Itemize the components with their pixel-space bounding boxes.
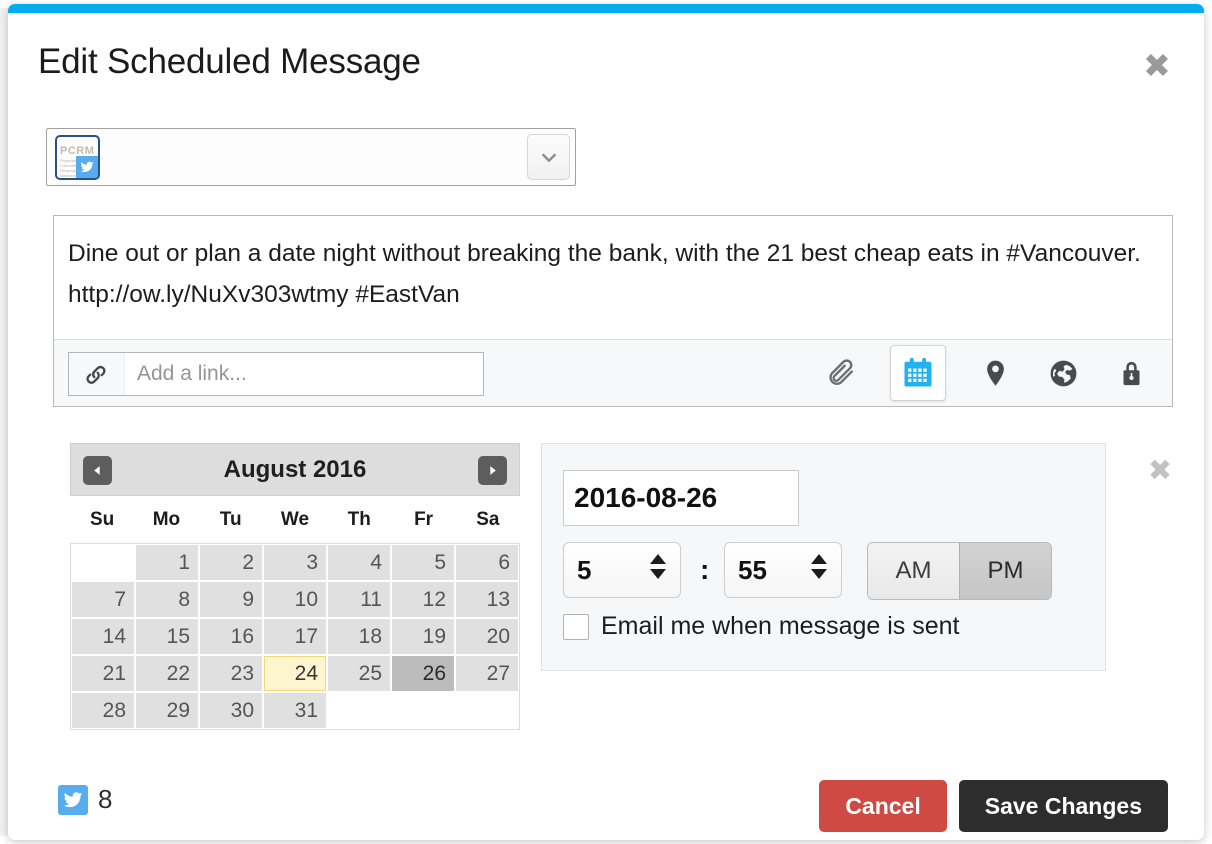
calendar-day-4[interactable]: 4 xyxy=(328,545,390,580)
calendar-day-27[interactable]: 27 xyxy=(456,656,518,691)
calendar-day-30[interactable]: 30 xyxy=(200,693,262,728)
calendar-day-24[interactable]: 24 xyxy=(264,656,326,691)
calendar-dow-th: Th xyxy=(347,508,371,530)
calendar-day-18[interactable]: 18 xyxy=(328,619,390,654)
calendar-day-5[interactable]: 5 xyxy=(392,545,454,580)
calendar-icon[interactable] xyxy=(890,345,946,401)
message-textarea[interactable]: Dine out or plan a date night without br… xyxy=(54,216,1172,339)
minute-stepper[interactable]: 55 xyxy=(724,542,842,598)
meridiem-option-pm[interactable]: PM xyxy=(959,543,1051,599)
calendar-day-7[interactable]: 7 xyxy=(72,582,134,617)
schedule-close-icon[interactable]: ✖ xyxy=(1145,456,1175,486)
calendar-dow-su: Su xyxy=(90,508,115,530)
calendar-day-empty xyxy=(456,693,518,728)
calendar-day-17[interactable]: 17 xyxy=(264,619,326,654)
chevron-down-icon[interactable] xyxy=(527,134,570,180)
calendar-day-1[interactable]: 1 xyxy=(136,545,198,580)
link-field[interactable] xyxy=(68,352,484,396)
calendar-day-3[interactable]: 3 xyxy=(264,545,326,580)
calendar-day-15[interactable]: 15 xyxy=(136,619,198,654)
character-counter: 8 xyxy=(58,784,112,815)
calendar-dow-tu: Tu xyxy=(219,508,242,530)
hour-spinner-arrows[interactable] xyxy=(650,554,666,579)
profile-select[interactable]: PCRM Physicians Committee for Responsibl… xyxy=(46,128,576,186)
meridiem-toggle: AM PM xyxy=(867,542,1052,600)
meridiem-option-am[interactable]: AM xyxy=(868,543,959,599)
calendar-day-21[interactable]: 21 xyxy=(72,656,134,691)
calendar-day-8[interactable]: 8 xyxy=(136,582,198,617)
page-title: Edit Scheduled Message xyxy=(38,42,421,81)
close-icon[interactable]: ✖ xyxy=(1140,49,1174,84)
calendar-day-20[interactable]: 20 xyxy=(456,619,518,654)
schedule-panel: ✖ 5 : 55 AMPM Email me when xyxy=(541,443,1172,671)
calendar-day-26[interactable]: 26 xyxy=(392,656,454,691)
calendar-day-13[interactable]: 13 xyxy=(456,582,518,617)
date-input[interactable] xyxy=(563,470,799,526)
calendar-day-31[interactable]: 31 xyxy=(264,693,326,728)
calendar-day-23[interactable]: 23 xyxy=(200,656,262,691)
location-pin-icon[interactable] xyxy=(976,354,1014,392)
attachment-icon[interactable] xyxy=(822,354,860,392)
compose-toolbar xyxy=(54,339,1172,406)
calendar-day-25[interactable]: 25 xyxy=(328,656,390,691)
calendar-dow-fr: Fr xyxy=(414,508,434,530)
twitter-icon xyxy=(58,784,88,815)
calendar-day-14[interactable]: 14 xyxy=(72,619,134,654)
caret-right-icon[interactable] xyxy=(478,456,507,485)
edit-scheduled-message-dialog: Edit Scheduled Message ✖ PCRM Physicians… xyxy=(8,4,1204,840)
time-separator: : xyxy=(700,554,710,585)
calendar-day-28[interactable]: 28 xyxy=(72,693,134,728)
calendar-day-22[interactable]: 22 xyxy=(136,656,198,691)
calendar-day-empty xyxy=(72,545,134,580)
email-notify-label: Email me when message is sent xyxy=(601,612,960,640)
caret-left-icon[interactable] xyxy=(83,456,112,485)
calendar-day-29[interactable]: 29 xyxy=(136,693,198,728)
hour-value: 5 xyxy=(577,555,592,585)
calendar-day-9[interactable]: 9 xyxy=(200,582,262,617)
save-changes-button[interactable]: Save Changes xyxy=(958,780,1168,832)
lock-icon[interactable] xyxy=(1112,354,1150,392)
screen: Edit Scheduled Message ✖ PCRM Physicians… xyxy=(0,0,1212,844)
globe-icon[interactable] xyxy=(1044,354,1082,392)
calendar-day-10[interactable]: 10 xyxy=(264,582,326,617)
calendar-day-2[interactable]: 2 xyxy=(200,545,262,580)
calendar-day-16[interactable]: 16 xyxy=(200,619,262,654)
compose-box: Dine out or plan a date night without br… xyxy=(53,215,1173,407)
minute-spinner-arrows[interactable] xyxy=(811,554,827,579)
minute-value: 55 xyxy=(738,555,767,585)
calendar-day-12[interactable]: 12 xyxy=(392,582,454,617)
calendar-day-headers: Su Mo Tu We Th Fr Sa xyxy=(70,496,520,543)
email-notify-checkbox[interactable] xyxy=(563,613,589,640)
dialog-accent-bar xyxy=(8,4,1204,13)
calendar-dow-we: We xyxy=(280,508,310,530)
dialog-actions: Cancel Save Changes xyxy=(819,780,1168,832)
calendar-dow-sa: Sa xyxy=(476,508,500,530)
tool-icon-group xyxy=(822,340,1150,406)
link-input[interactable] xyxy=(125,362,483,386)
email-notify-row[interactable]: Email me when message is sent xyxy=(563,612,959,641)
calendar-header: August 2016 xyxy=(70,443,520,496)
calendar-month-label: August 2016 xyxy=(223,455,367,483)
hour-stepper[interactable]: 5 xyxy=(563,542,681,598)
cancel-button[interactable]: Cancel xyxy=(819,780,947,832)
calendar-dow-mo: Mo xyxy=(152,508,181,530)
calendar-day-grid: 1 2 3 4 5 6 7 8 9 10 11 12 13 14 15 16 17 18 19 20 21 22 23 24 2… xyxy=(70,543,520,730)
link-icon xyxy=(69,353,125,395)
calendar-day-19[interactable]: 19 xyxy=(392,619,454,654)
character-count: 8 xyxy=(98,784,113,814)
caret-down-icon[interactable] xyxy=(650,569,666,579)
calendar-day-11[interactable]: 11 xyxy=(328,582,390,617)
avatar: PCRM Physicians Committee for Responsibl… xyxy=(55,135,100,180)
caret-down-icon[interactable] xyxy=(811,569,827,579)
caret-up-icon[interactable] xyxy=(650,554,666,564)
caret-up-icon[interactable] xyxy=(811,554,827,564)
date-picker-calendar: August 2016 Su Mo Tu We Th Fr Sa 1 2 3 4 5 6 7 8 9 10 11… xyxy=(70,443,520,730)
twitter-icon xyxy=(76,156,98,178)
calendar-day-empty xyxy=(328,693,390,728)
calendar-day-6[interactable]: 6 xyxy=(456,545,518,580)
calendar-day-empty xyxy=(392,693,454,728)
